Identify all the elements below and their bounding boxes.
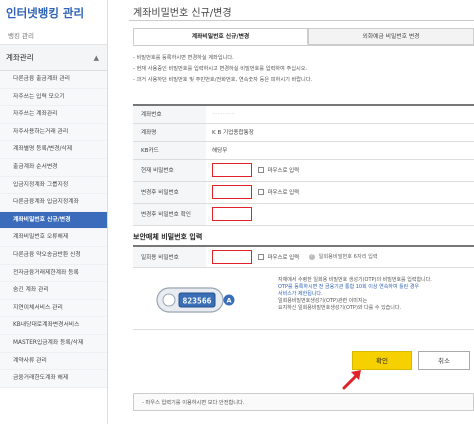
sidebar: 인터넷뱅킹 관리 뱅킹 관리 계좌관리 ▲ 다른금융 출금계좌 관리 자주쓰는 입… [0, 0, 108, 424]
otp-input[interactable] [212, 249, 252, 264]
sidebar-item[interactable]: 계약사류 관리 [0, 352, 107, 371]
sidebar-item[interactable]: 계좌비밀번호 오류해제 [0, 229, 107, 247]
sidebar-section-account[interactable]: 계좌관리 ▲ [0, 45, 107, 71]
sidebar-item[interactable]: 계좌별명 등록/변경/삭제 [0, 141, 107, 159]
mouse-input-label: 마우스로 입력 [267, 190, 300, 196]
cancel-button[interactable]: 취소 [418, 351, 470, 370]
otp-note: 요지하신 일회용비밀번호생성기(OTP)와 다를 수 있습니다. [278, 305, 402, 311]
otp-note: 자체에서 수령한 일회용 비밀번호 생성기(OTP)의 비밀번호를 입력합니다. [278, 277, 432, 283]
form-label: 계좌번호 [133, 104, 206, 124]
sidebar-item[interactable]: 다른금융 약오송금반환 신청 [0, 246, 107, 265]
footer-note: - 마우스 입력기를 이용하시면 보다 안전합니다. [133, 393, 474, 411]
otp-device-image: 823566 A [156, 287, 235, 313]
form-row-confirm-password: 변경후 비밀번호 확인 [133, 202, 474, 226]
tab-account-password[interactable]: 계좌비밀번호 신규/변경 [133, 28, 308, 45]
sidebar-item[interactable]: MASTER입금계좌 등록/삭제 [0, 334, 107, 353]
sidebar-section-label: 계좌관리 [6, 53, 34, 62]
arrow-annotation-icon [342, 370, 361, 390]
sidebar-item[interactable]: 다른금융 출금계좌 관리 [0, 71, 107, 89]
account-name-value: K B 기업종합통장 [206, 122, 474, 142]
sidebar-item[interactable]: 자주쓰는 입력 모으기 [0, 88, 107, 107]
notice-item: - 현재 사용중인 비밀번호를 입력하시고 변경하실 비밀번호를 입력하여 주십… [133, 66, 308, 72]
chevron-up-icon: ▲ [93, 54, 99, 62]
page-title: 계좌비밀번호 신규/변경 [133, 8, 232, 19]
otp-help-label: 일회용비밀번호 6자리 입력 [318, 254, 378, 261]
notice-list: - 비밀번호를 등록하시면 변경하실 계좌입니다. - 현재 사용중인 비밀번호… [133, 53, 474, 86]
sidebar-menu: 다른금융 출금계좌 관리 자주쓰는 입력 모으기 자주쓰는 계좌관리 자주사용하는거래… [0, 71, 107, 388]
form-label: 변경후 비밀번호 확인 [133, 202, 206, 226]
form-row-kb-card: KB카드 해당무 [133, 140, 474, 160]
mouse-input-label: 마우스로 입력 [267, 254, 300, 261]
otp-form-table: 일회용 비밀번호 마우스로 입력 ? 일회용비밀번호 6자리 입력 [133, 245, 474, 268]
sidebar-item[interactable]: KB내당대로계좌변경서비스 [0, 317, 107, 335]
mouse-input-label: 마우스로 입력 [267, 168, 300, 174]
form-label: 계좌명 [133, 122, 206, 142]
sidebar-title: 인터넷뱅킹 관리 [6, 6, 85, 20]
sidebar-item[interactable]: 자주사용하는거래 관리 [0, 123, 107, 142]
sidebar-item[interactable]: 숨긴 계좌 관리 [0, 282, 107, 300]
current-password-input[interactable] [212, 163, 252, 177]
notice-item: - 과거 사용하던 비밀번호 및 주민번호/전화번호, 연속숫자 등은 피하시기… [133, 77, 313, 83]
sidebar-item[interactable]: 입금지정계좌 그룹지정 [0, 176, 107, 195]
form-row-new-password: 변경후 비밀번호 마우스로 입력 [133, 180, 474, 204]
sidebar-item[interactable]: 금융거래한도계좌 해제 [0, 370, 107, 388]
otp-note: OTP를 등록하시면 전 금융기관 통합 10회 이상 연속하여 틀린 경우 [278, 284, 420, 290]
tab-foreign-password[interactable]: 외화예금 비밀번호 변경 [308, 28, 474, 45]
otp-info-panel: 823566 A 자체에서 수령한 일회용 비밀번호 생성기(OTP)의 비밀번… [133, 268, 474, 330]
notice-item: - 비밀번호를 등록하시면 변경하실 계좌입니다. [133, 55, 234, 61]
form-row-account-number: 계좌번호 ············· [133, 104, 474, 124]
main-content: 계좌비밀번호 신규/변경 계좌비밀번호 신규/변경 외화예금 비밀번호 변경 -… [109, 0, 474, 424]
otp-notes: 자체에서 수령한 일회용 비밀번호 생성기(OTP)의 비밀번호를 입력합니다.… [278, 277, 474, 312]
account-number-value: ············· [206, 104, 474, 124]
form-row-current-password: 현재 비밀번호 마우스로 입력 [133, 158, 474, 182]
otp-marker-label: A [226, 297, 231, 305]
mouse-input-checkbox[interactable] [257, 189, 264, 195]
sidebar-item[interactable]: 자주쓰는 계좌관리 [0, 106, 107, 124]
sidebar-item[interactable]: 지연이체서비스 관리 [0, 299, 107, 318]
new-password-input[interactable] [212, 185, 252, 199]
form-row-account-name: 계좌명 K B 기업종합통장 [133, 122, 474, 142]
account-form-table: 계좌번호 ············· 계좌명 K B 기업종합통장 KB카드 해… [133, 104, 474, 226]
sidebar-subtitle[interactable]: 뱅킹 관리 [0, 27, 107, 45]
otp-display-value: 823566 [183, 297, 212, 306]
kb-card-value: 해당무 [206, 140, 474, 160]
confirm-password-input[interactable] [212, 207, 252, 221]
title-divider [129, 20, 474, 21]
sidebar-item[interactable]: 출금계좌 순서변경 [0, 158, 107, 177]
otp-note: 일회용비밀번호생성기(OTP)관련 이미지는 [278, 298, 368, 304]
form-label: 일회용 비밀번호 [133, 245, 206, 268]
security-section-title: 보안매체 비밀번호 입력 [133, 233, 203, 241]
sidebar-item[interactable]: 계좌비밀번호 신규/변경 [0, 211, 107, 230]
sidebar-item[interactable]: 전자금융거래제한계좌 등록 [0, 264, 107, 283]
form-label: KB카드 [133, 140, 206, 160]
form-label: 변경후 비밀번호 [133, 180, 206, 204]
question-icon: ? [308, 253, 315, 260]
form-label: 현재 비밀번호 [133, 158, 206, 182]
mouse-input-checkbox[interactable] [257, 167, 264, 173]
sidebar-item[interactable]: 다른금융계좌 입금지정계좌 [0, 194, 107, 212]
form-row-otp: 일회용 비밀번호 마우스로 입력 ? 일회용비밀번호 6자리 입력 [133, 245, 474, 268]
tab-divider [133, 45, 474, 46]
mouse-input-checkbox[interactable] [257, 253, 264, 260]
otp-note: 서비스가 제한됩니다. [278, 291, 323, 297]
